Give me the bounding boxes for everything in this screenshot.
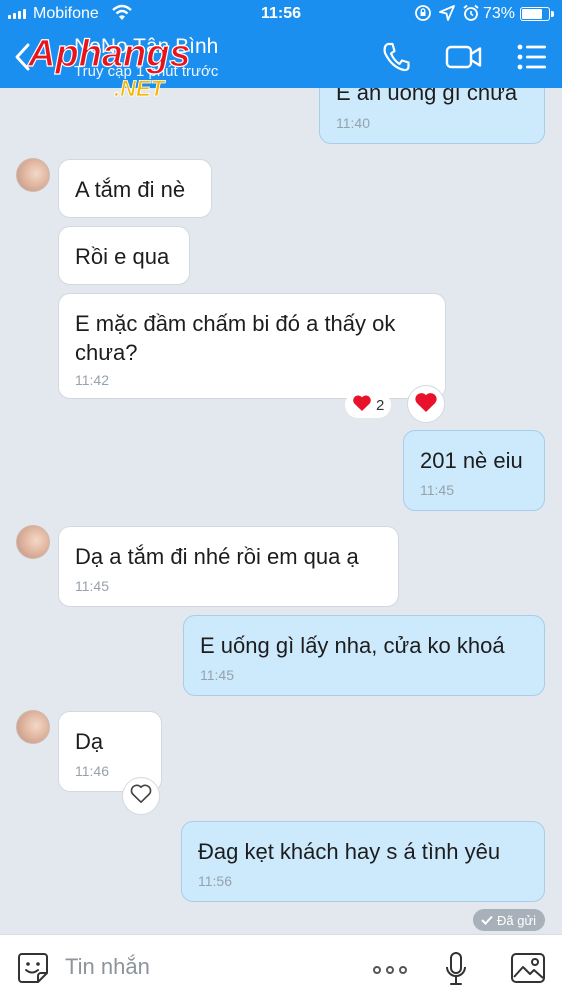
- message-text: Dạ a tắm đi nhé rồi em qua ạ: [75, 544, 359, 569]
- heart-icon: [414, 391, 438, 418]
- message-text: E mặc đầm chấm bi đó a thấy ok chưa?: [75, 311, 396, 365]
- status-bar: Mobifone 11:56 73%: [0, 0, 562, 28]
- message-bubble-outgoing[interactable]: 201 nè eiu 11:45: [403, 430, 545, 511]
- microphone-icon[interactable]: [444, 951, 468, 992]
- battery-icon: [520, 7, 554, 21]
- react-button[interactable]: [122, 777, 160, 815]
- sticker-icon[interactable]: [16, 951, 50, 990]
- message-text: E uống gì lấy nha, cửa ko khoá: [200, 633, 505, 658]
- message-time: 11:40: [336, 115, 370, 131]
- battery-percent: 73%: [483, 5, 516, 22]
- message-text: Dạ: [75, 729, 104, 754]
- message-bubble-incoming[interactable]: E mặc đầm chấm bi đó a thấy ok chưa? 11:…: [58, 293, 446, 399]
- reaction-summary[interactable]: 2: [345, 392, 392, 418]
- message-text: A tắm đi nè: [75, 177, 186, 202]
- alarm-icon: [462, 4, 480, 27]
- message-bubble-outgoing[interactable]: Đag kẹt khách hay s á tình yêu 11:56: [181, 821, 545, 902]
- sent-status-text: Đã gửi: [497, 912, 537, 928]
- menu-list-icon[interactable]: [517, 44, 547, 75]
- message-time: 11:45: [200, 667, 234, 683]
- image-icon[interactable]: [510, 951, 546, 990]
- message-time: 11:56: [198, 873, 232, 889]
- contact-avatar[interactable]: [16, 525, 50, 559]
- message-time: 11:42: [75, 372, 109, 388]
- sent-status-badge: Đã gửi: [473, 909, 546, 931]
- react-button[interactable]: [407, 385, 445, 423]
- more-icon[interactable]: [373, 966, 407, 974]
- message-bubble-incoming[interactable]: A tắm đi nè: [58, 159, 212, 218]
- phone-icon[interactable]: [381, 41, 411, 78]
- message-text: Đag kẹt khách hay s á tình yêu: [198, 839, 501, 864]
- contact-avatar[interactable]: [16, 710, 50, 744]
- video-call-icon[interactable]: [445, 43, 483, 76]
- message-bubble-incoming[interactable]: Dạ a tắm đi nhé rồi em qua ạ 11:45: [58, 526, 399, 607]
- heart-icon: [352, 394, 372, 416]
- message-input[interactable]: Tin nhắn: [65, 954, 150, 980]
- location-icon: [439, 4, 455, 27]
- contact-avatar[interactable]: [16, 158, 50, 192]
- message-bubble-outgoing[interactable]: E ăn uống gì chưa 11:40: [319, 88, 545, 144]
- screen-lock-icon: [414, 4, 432, 27]
- message-time: 11:45: [75, 578, 109, 594]
- heart-outline-icon: [130, 784, 152, 809]
- svg-text:Aphangs: Aphangs: [27, 34, 191, 75]
- message-time: 11:45: [420, 482, 454, 498]
- reaction-count: 2: [376, 396, 385, 414]
- message-list[interactable]: E ăn uống gì chưa 11:40 A tắm đi nè Rồi …: [0, 88, 562, 934]
- check-icon: [481, 913, 493, 928]
- message-composer: Tin nhắn: [0, 934, 562, 1000]
- message-text: Rồi e qua: [75, 244, 170, 269]
- message-text: E ăn uống gì chưa: [336, 88, 518, 105]
- message-bubble-incoming[interactable]: Rồi e qua: [58, 226, 190, 285]
- message-text: 201 nè eiu: [420, 448, 523, 473]
- message-bubble-outgoing[interactable]: E uống gì lấy nha, cửa ko khoá 11:45: [183, 615, 545, 696]
